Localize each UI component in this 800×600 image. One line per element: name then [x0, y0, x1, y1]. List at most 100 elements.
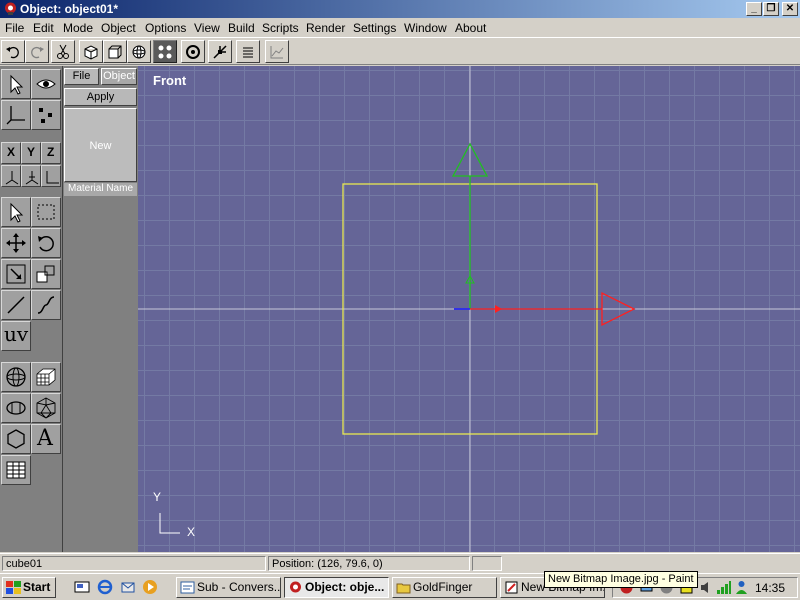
task-app-icon: [290, 581, 301, 593]
task-label: Object: obje...: [305, 580, 385, 594]
line-tool[interactable]: [1, 290, 31, 320]
tab-file[interactable]: File: [64, 68, 99, 85]
cylinder-icon: [6, 401, 26, 415]
task-sub-conversation[interactable]: Sub - Convers...: [176, 577, 281, 598]
table-tool[interactable]: [1, 455, 31, 485]
task-object-editor[interactable]: Object: obje...: [284, 577, 389, 598]
world-axis-button[interactable]: [1, 165, 21, 187]
y-axis-button[interactable]: Y: [21, 142, 41, 164]
menu-scripts[interactable]: Scripts: [262, 21, 299, 35]
viewport-scene: [138, 66, 800, 552]
curve-icon: [37, 296, 55, 314]
menu-window[interactable]: Window: [404, 21, 447, 35]
scale-icon: [6, 264, 26, 284]
vertices-button[interactable]: [153, 40, 177, 63]
redo-icon: [31, 46, 44, 59]
geosphere-tool[interactable]: [31, 393, 61, 423]
title-bar: Object: object01* _ ❐ ✕: [0, 0, 800, 18]
tool-panel: X Y Z uv A: [0, 66, 62, 552]
front-viewport[interactable]: Front Y X: [138, 66, 800, 552]
sphere-tool[interactable]: [1, 362, 31, 392]
uv-label: uv: [4, 322, 29, 346]
material-panel: File Object Apply New Material Name: [62, 66, 138, 552]
sphere-view-button[interactable]: [127, 40, 151, 63]
hexagon-tool[interactable]: [1, 424, 31, 454]
select-arrow-tool[interactable]: [1, 197, 31, 227]
menu-options[interactable]: Options: [145, 21, 186, 35]
x-axis-button[interactable]: X: [1, 142, 21, 164]
axis-tool[interactable]: [1, 100, 31, 130]
show-desktop-icon[interactable]: [74, 579, 90, 595]
move-icon: [6, 233, 26, 253]
undo-button[interactable]: [1, 40, 25, 63]
close-button[interactable]: ✕: [782, 2, 798, 16]
box-icon: [108, 45, 122, 59]
line-icon: [7, 296, 25, 314]
local-axis-button[interactable]: [21, 165, 41, 187]
apply-button[interactable]: Apply: [64, 88, 137, 106]
cut-button[interactable]: [51, 40, 75, 63]
start-label: Start: [23, 580, 51, 594]
menu-view[interactable]: View: [194, 21, 220, 35]
outlook-icon[interactable]: [120, 579, 136, 595]
media-player-icon[interactable]: [142, 579, 158, 595]
redo-button[interactable]: [25, 40, 49, 63]
sphere-primitive-icon: [6, 367, 26, 387]
task-label: Sub - Convers...: [197, 580, 281, 594]
cube-view-button[interactable]: [79, 40, 103, 63]
y-axis-label: Y: [27, 145, 36, 159]
tray-user-icon[interactable]: [734, 580, 749, 595]
scale-tool[interactable]: [1, 259, 31, 289]
start-button[interactable]: Start: [2, 577, 56, 598]
folder-icon: [396, 583, 411, 594]
scale-box-tool[interactable]: [31, 259, 61, 289]
select-tool[interactable]: [1, 69, 31, 99]
new-material-button[interactable]: New: [64, 108, 137, 182]
list-button[interactable]: [236, 40, 260, 63]
curve-tool[interactable]: [31, 290, 61, 320]
status-extra: [472, 556, 502, 571]
graph-button[interactable]: [265, 40, 289, 63]
task-app-icon: [180, 581, 195, 594]
menu-mode[interactable]: Mode: [63, 21, 93, 35]
task-goldfinger[interactable]: GoldFinger: [392, 577, 497, 598]
pivot-button[interactable]: [208, 40, 232, 63]
screen-axis-button[interactable]: [41, 165, 61, 187]
restore-button[interactable]: ❐: [763, 2, 779, 16]
text-tool-label: A: [37, 426, 53, 451]
axis-icon: [6, 106, 25, 125]
points-tool[interactable]: [31, 100, 61, 130]
menu-file[interactable]: File: [5, 21, 24, 35]
viewport-name: Front: [153, 73, 187, 88]
text-tool[interactable]: A: [31, 424, 61, 454]
view-tool[interactable]: [31, 69, 61, 99]
tab-object[interactable]: Object: [101, 68, 137, 85]
menu-about[interactable]: About: [455, 21, 486, 35]
scale-box-icon: [36, 265, 55, 283]
grid-box-tool[interactable]: [31, 362, 61, 392]
menu-settings[interactable]: Settings: [353, 21, 396, 35]
internet-explorer-icon[interactable]: [97, 579, 113, 595]
rect-select-tool[interactable]: [31, 197, 61, 227]
tray-signal-icon[interactable]: [716, 580, 731, 595]
cylinder-tool[interactable]: [1, 393, 31, 423]
toolbar: [0, 37, 800, 65]
list-icon: [243, 47, 253, 58]
window-title: Object: object01*: [20, 2, 119, 16]
task-label: GoldFinger: [413, 580, 473, 594]
target-button[interactable]: [181, 40, 205, 63]
paint-icon: [505, 581, 518, 594]
z-axis-button[interactable]: Z: [41, 142, 61, 164]
table-icon: [6, 461, 26, 479]
status-position: Position: (126, 79.6, 0): [268, 556, 470, 571]
menu-render[interactable]: Render: [306, 21, 345, 35]
uv-tool[interactable]: uv: [1, 321, 31, 351]
minimize-button[interactable]: _: [746, 2, 762, 16]
tray-speaker-icon[interactable]: [699, 580, 714, 595]
menu-build[interactable]: Build: [228, 21, 255, 35]
box-view-button[interactable]: [103, 40, 127, 63]
menu-object[interactable]: Object: [101, 21, 136, 35]
menu-edit[interactable]: Edit: [33, 21, 54, 35]
move-tool[interactable]: [1, 228, 31, 258]
rotate-tool[interactable]: [31, 228, 61, 258]
